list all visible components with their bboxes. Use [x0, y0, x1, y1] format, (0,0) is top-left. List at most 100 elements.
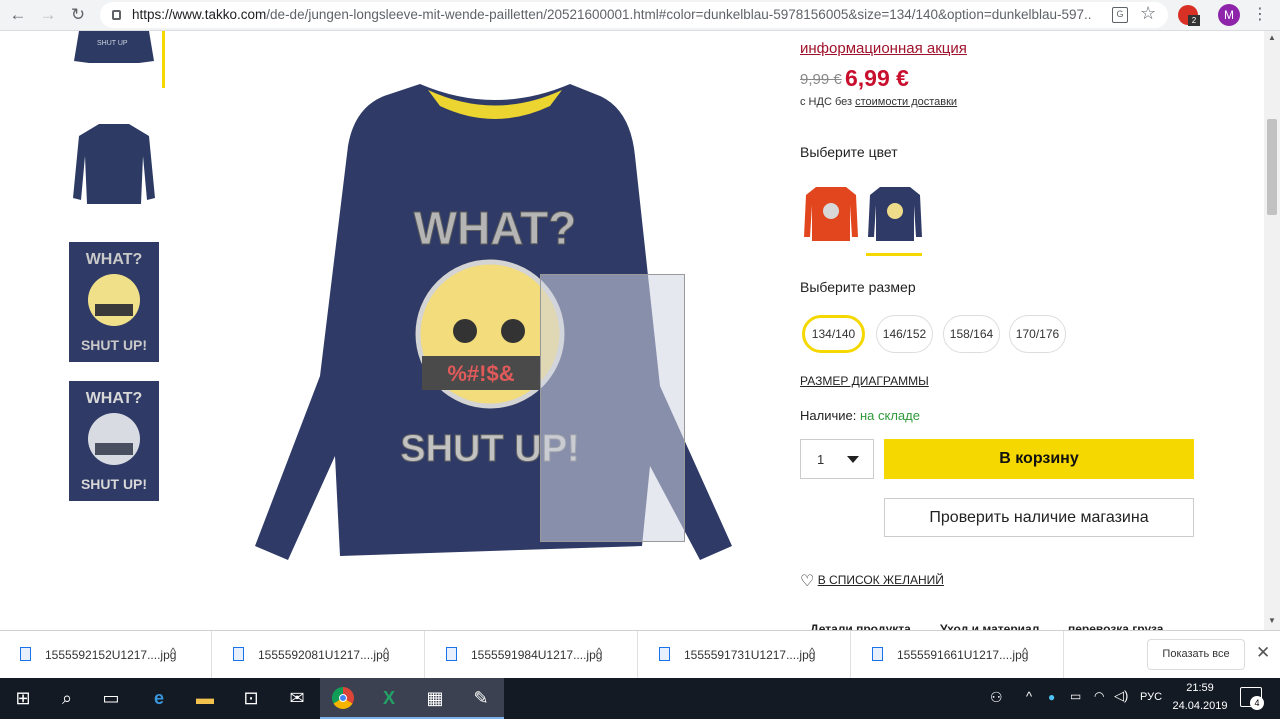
notification-center-icon[interactable]: 4 [1240, 687, 1264, 710]
color-swatch-navy[interactable] [864, 179, 926, 243]
thumbnail-3-bottom: SHUT UP! [81, 337, 147, 353]
url-host: https://www.takko.com [132, 7, 267, 22]
tab-product-details[interactable]: Детали продукта [810, 622, 911, 630]
image-file-icon [20, 647, 31, 661]
chevron-down-icon [847, 456, 859, 463]
mail-icon[interactable]: ✉ [274, 678, 320, 719]
caret-up-icon[interactable]: ^ [1022, 645, 1028, 660]
wifi-icon[interactable]: ◠ [1094, 689, 1104, 703]
thumbnail-1-text: SHUT UP [97, 40, 128, 47]
check-store-button[interactable]: Проверить наличие магазина [884, 498, 1194, 537]
tab-care-material[interactable]: Уход и материал [940, 622, 1039, 630]
windows-start-icon[interactable]: ⊞ [0, 678, 46, 719]
thumbnail-3-top: WHAT? [86, 251, 143, 268]
thumbnail-4-bottom: SHUT UP! [81, 476, 147, 492]
download-filename: 1555592081U1217....jpg [258, 648, 390, 662]
download-filename: 1555591984U1217....jpg [471, 648, 603, 662]
browser-toolbar: ← → ↻ https://www.takko.com/de-de/jungen… [0, 0, 1280, 31]
size-option-146-152[interactable]: 146/152 [876, 315, 933, 353]
show-all-downloads-button[interactable]: Показать все [1147, 639, 1245, 670]
size-option-170-176[interactable]: 170/176 [1009, 315, 1066, 353]
tab-shipping[interactable]: перевозка груза [1068, 622, 1163, 630]
wishlist-link[interactable]: ♡ В СПИСОК ЖЕЛАНИЙ [800, 571, 944, 591]
print-mouth-text: %#!$& [447, 361, 514, 386]
heart-icon: ♡ [800, 573, 815, 590]
vat-text: с НДС без [800, 96, 853, 108]
paint-icon[interactable]: ✎ [458, 678, 504, 719]
caret-up-icon[interactable]: ^ [383, 645, 389, 660]
download-item[interactable]: 1555592152U1217....jpg ^ [0, 631, 212, 679]
tray-expand-icon[interactable]: ^ [1026, 689, 1032, 704]
tray-app-icon[interactable]: ● [1048, 690, 1055, 704]
task-view-icon[interactable]: ▭ [88, 678, 134, 719]
clock-time[interactable]: 21:59 [1170, 682, 1230, 694]
bookmark-star-icon[interactable]: ☆ [1140, 3, 1156, 24]
store-icon[interactable]: ⊡ [228, 678, 274, 719]
people-icon[interactable]: ⚇ [990, 689, 1003, 706]
availability-line: Наличие: на складе [800, 408, 920, 423]
scroll-down-icon[interactable]: ▼ [1268, 616, 1276, 625]
availability-label: Наличие: [800, 408, 857, 423]
file-explorer-icon[interactable]: ▬ [182, 678, 228, 719]
page-scrollbar[interactable]: ▲ ▼ [1264, 31, 1280, 630]
chrome-logo-center [339, 694, 347, 702]
menu-dots-icon[interactable]: ⋮ [1252, 4, 1268, 24]
caret-up-icon[interactable]: ^ [170, 645, 176, 660]
thumbnail-3[interactable]: WHAT? SHUT UP! [69, 242, 159, 362]
extension-icon[interactable]: 2 [1178, 5, 1200, 26]
size-option-158-164[interactable]: 158/164 [943, 315, 1000, 353]
image-file-icon [233, 647, 244, 661]
thumbnail-active-indicator [162, 31, 165, 88]
address-bar[interactable]: https://www.takko.com/de-de/jungen-longs… [100, 2, 1168, 28]
edge-icon[interactable]: e [136, 678, 182, 719]
color-label: Выберите цвет [800, 144, 898, 160]
color-swatch-orange[interactable] [800, 179, 862, 243]
thumbnail-1[interactable]: SHUT UP [69, 31, 159, 71]
downloads-bar: 1555592152U1217....jpg ^ 1555592081U1217… [0, 630, 1280, 679]
clock-date[interactable]: 24.04.2019 [1170, 700, 1230, 712]
profile-avatar[interactable]: M [1218, 4, 1240, 26]
lock-icon [112, 10, 121, 20]
quantity-value: 1 [817, 452, 825, 467]
caret-up-icon[interactable]: ^ [809, 645, 815, 660]
wishlist-text: В СПИСОК ЖЕЛАНИЙ [817, 573, 944, 587]
add-to-cart-button[interactable]: В корзину [884, 439, 1194, 479]
chrome-icon[interactable] [320, 678, 366, 719]
download-item[interactable]: 1555591731U1217....jpg ^ [639, 631, 851, 679]
download-filename: 1555591661U1217....jpg [897, 648, 1029, 662]
notification-count: 4 [1250, 696, 1264, 710]
thumbnail-4[interactable]: WHAT? SHUT UP! [69, 381, 159, 501]
url-text[interactable]: https://www.takko.com/de-de/jungen-longs… [132, 2, 1092, 28]
translate-icon[interactable]: G [1112, 7, 1128, 23]
caret-up-icon[interactable]: ^ [596, 645, 602, 660]
image-file-icon [872, 647, 883, 661]
quantity-select[interactable]: 1 [800, 439, 874, 479]
close-icon[interactable]: ✕ [1256, 643, 1270, 663]
image-file-icon [446, 647, 457, 661]
download-item[interactable]: 1555592081U1217....jpg ^ [213, 631, 425, 679]
excel-icon[interactable]: X [366, 678, 412, 719]
forward-icon[interactable]: → [36, 3, 60, 27]
download-filename: 1555591731U1217....jpg [684, 648, 816, 662]
zoom-lens[interactable] [540, 274, 685, 542]
download-item[interactable]: 1555591661U1217....jpg ^ [852, 631, 1064, 679]
battery-icon[interactable]: ▭ [1070, 689, 1081, 703]
download-item[interactable]: 1555591984U1217....jpg ^ [426, 631, 638, 679]
size-chart-link[interactable]: РАЗМЕР ДИАГРАММЫ [800, 374, 929, 388]
current-price: 6,99 € [845, 65, 909, 91]
scrollbar-thumb[interactable] [1267, 119, 1277, 215]
shipping-cost-link[interactable]: стоимости доставки [855, 96, 957, 108]
color-selected-indicator [866, 253, 922, 256]
promo-link[interactable]: информационная акция [800, 40, 967, 57]
reload-icon[interactable]: ↻ [66, 3, 90, 27]
scroll-up-icon[interactable]: ▲ [1268, 33, 1276, 42]
input-language[interactable]: РУС [1140, 691, 1162, 703]
calculator-icon[interactable]: ▦ [412, 678, 458, 719]
thumbnail-2[interactable] [69, 116, 159, 236]
search-icon[interactable]: ⌕ [44, 678, 90, 719]
volume-icon[interactable]: ◁) [1114, 688, 1128, 704]
page-content: SHUT UP WHAT? SHUT UP! WHAT? SHUT UP! WH… [0, 31, 1264, 630]
back-icon[interactable]: ← [6, 3, 30, 27]
size-option-134-140[interactable]: 134/140 [802, 315, 865, 353]
old-price: 9,99 € [800, 71, 842, 88]
